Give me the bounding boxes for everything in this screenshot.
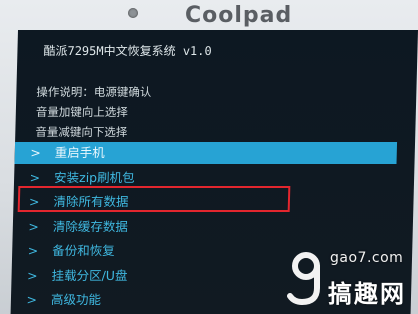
- front-camera-icon: [128, 8, 138, 18]
- watermark-domain: gao7.com: [330, 250, 404, 266]
- menu-item-label: 高级功能: [50, 292, 102, 307]
- help-line-confirm: 操作说明：电源键确认: [36, 85, 152, 99]
- menu-item-label: 安装zip刷机包: [53, 169, 135, 185]
- help-line-up: 音量加键向上选择: [35, 105, 129, 119]
- recovery-title: 酷派7295M中文恢复系统 v1.0: [43, 44, 212, 58]
- menu-item-label: 清除缓存数据: [52, 218, 129, 234]
- chevron-right-icon: >: [26, 267, 38, 283]
- watermark-name: 搞趣网: [328, 280, 406, 308]
- gao7-logo-icon: [287, 252, 320, 306]
- chevron-right-icon: >: [30, 145, 41, 160]
- menu-item-label: 重启手机: [54, 145, 106, 160]
- chevron-right-icon: >: [27, 243, 39, 258]
- recovery-screen: 酷派7295M中文恢复系统 v1.0 操作说明：电源键确认 音量加键向上选择 音…: [10, 30, 418, 314]
- red-highlight-box: [17, 186, 291, 212]
- menu-item-label: 备份和恢复: [52, 243, 115, 258]
- chevron-right-icon: >: [26, 292, 38, 307]
- menu-item-reboot[interactable]: > 重启手机: [14, 142, 398, 164]
- menu-item-label: 挂载分区/U盘: [51, 267, 128, 283]
- brand-logo: Coolpad: [185, 3, 293, 28]
- chevron-right-icon: >: [28, 218, 40, 234]
- menu-item-wipe-cache[interactable]: > 清除缓存数据: [13, 216, 414, 238]
- help-line-down: 音量减键向下选择: [35, 125, 128, 139]
